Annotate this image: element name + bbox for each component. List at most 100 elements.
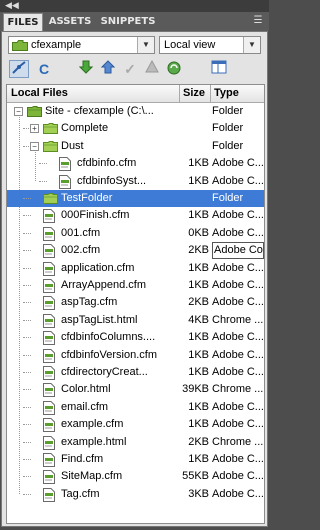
file-name: 002.cfm <box>61 244 101 257</box>
cfm-file-icon <box>43 435 55 450</box>
chevron-down-icon: ▼ <box>137 37 154 53</box>
tree-connector <box>23 354 31 356</box>
file-row[interactable]: 000Finish.cfm 1KB Adobe C... <box>7 207 264 224</box>
tab-snippets[interactable]: SNIPPETS <box>98 13 158 31</box>
cfm-file-icon <box>43 226 55 241</box>
tab-assets[interactable]: ASSETS <box>46 13 94 31</box>
cfm-file-icon <box>43 453 55 467</box>
expand-icon[interactable]: + <box>30 124 39 134</box>
tree-connector <box>23 267 31 269</box>
file-tree-list[interactable]: Local Files Size Type − Site - cfexample … <box>6 84 265 524</box>
file-row[interactable]: cfdbinfoVersion.cfm 1KB Adobe C... <box>7 347 264 364</box>
synchronize-icon[interactable] <box>164 60 184 78</box>
file-type: Adobe C... <box>212 279 264 291</box>
file-row[interactable]: Find.cfm 1KB Adobe C... <box>7 451 264 468</box>
cfm-file-icon <box>43 470 55 485</box>
get-files-icon[interactable] <box>76 60 96 78</box>
folder-row[interactable]: + Complete Folder <box>7 120 264 137</box>
file-size: 1KB <box>188 366 209 378</box>
check-in-icon[interactable] <box>142 59 162 78</box>
tree-connector <box>39 180 47 182</box>
file-row[interactable]: cfdirectoryCreat... 1KB Adobe C... <box>7 364 264 381</box>
tree-connector <box>23 372 31 373</box>
file-size: 1KB <box>188 157 209 170</box>
file-name: cfdirectoryCreat... <box>61 366 148 378</box>
tree-connector <box>23 389 31 391</box>
file-row[interactable]: 001.cfm 0KB Adobe C... <box>7 225 264 242</box>
folder-row[interactable]: TestFolder Folder <box>7 190 264 207</box>
cfm-file-icon <box>43 348 55 363</box>
tree-connector <box>23 232 31 234</box>
cfm-file-icon <box>43 244 55 259</box>
file-row[interactable]: cfdbinfo.cfm 1KB Adobe C... <box>7 155 264 172</box>
file-type: Folder <box>212 192 244 204</box>
column-header-type[interactable]: Type <box>214 85 239 102</box>
cfm-file-icon <box>43 383 55 398</box>
file-size: 1KB <box>188 209 209 222</box>
file-name: aspTag.cfm <box>61 296 118 309</box>
connect-icon[interactable] <box>9 60 29 78</box>
file-name: aspTagList.html <box>61 313 138 326</box>
file-type: Chrome ... <box>212 383 264 396</box>
site-select[interactable]: cfexample ▼ <box>8 36 155 54</box>
collapse-panel-icon[interactable]: ◀◀ <box>5 0 19 11</box>
cfm-file-icon <box>43 487 55 502</box>
column-header-local-files[interactable]: Local Files <box>11 85 68 102</box>
file-name: cfdbinfoVersion.cfm <box>61 348 157 361</box>
view-select-value: Local view <box>164 39 216 51</box>
tree-connector <box>23 406 31 408</box>
file-row[interactable]: ArrayAppend.cfm 1KB Adobe C... <box>7 277 264 294</box>
refresh-icon[interactable]: C <box>34 60 54 78</box>
file-size: 1KB <box>188 453 209 465</box>
file-row[interactable]: example.cfm 1KB Adobe C... <box>7 416 264 433</box>
file-row[interactable]: application.cfm 1KB Adobe C... <box>7 260 264 277</box>
file-row[interactable]: cfdbinfoColumns.... 1KB Adobe C... <box>7 329 264 346</box>
panel-menu-icon[interactable]: ☰ <box>251 15 265 27</box>
file-row[interactable]: Color.html 39KB Chrome ... <box>7 381 264 398</box>
file-type: Adobe C... <box>212 366 264 378</box>
file-row[interactable]: Tag.cfm 3KB Adobe C... <box>7 486 264 503</box>
tab-files[interactable]: FILES <box>3 13 43 32</box>
file-row[interactable]: 002.cfm 2KBAdobe Cold <box>7 242 264 260</box>
file-name: Dust <box>61 139 84 152</box>
cfm-file-icon <box>59 157 71 172</box>
cfm-file-icon <box>43 261 55 276</box>
tree-connector <box>23 493 31 495</box>
file-size: 1KB <box>188 261 209 274</box>
file-row[interactable]: cfdbinfoSyst... 1KB Adobe C... <box>7 173 264 190</box>
folder-icon <box>43 123 58 135</box>
tree-connector <box>23 250 31 252</box>
tree-connector <box>23 424 31 426</box>
file-list-header: Local Files Size Type <box>7 85 264 103</box>
file-type: Adobe C... <box>212 226 264 239</box>
file-row[interactable]: aspTagList.html 4KB Chrome ... <box>7 312 264 329</box>
file-row[interactable]: SiteMap.cfm 55KB Adobe C... <box>7 468 264 485</box>
check-out-icon[interactable]: ✓ <box>120 60 140 78</box>
collapse-icon[interactable]: − <box>14 107 23 116</box>
file-row[interactable]: aspTag.cfm 2KB Adobe C... <box>7 294 264 311</box>
file-row[interactable]: email.cfm 1KB Adobe C... <box>7 399 264 416</box>
cfm-file-icon <box>43 296 55 311</box>
tree-connector <box>23 476 31 478</box>
file-name: 000Finish.cfm <box>61 209 130 222</box>
column-header-size[interactable]: Size <box>183 85 205 102</box>
file-type: Chrome ... <box>212 435 264 448</box>
expand-view-icon[interactable] <box>209 60 229 78</box>
file-size: 1KB <box>188 400 209 413</box>
file-name: 001.cfm <box>61 226 101 239</box>
file-size: 1KB <box>188 279 209 291</box>
view-select[interactable]: Local view ▼ <box>159 36 261 54</box>
folder-icon <box>43 193 58 204</box>
file-row[interactable]: example.html 2KB Chrome ... <box>7 434 264 451</box>
folder-row[interactable]: − Dust Folder <box>7 138 264 155</box>
put-files-icon[interactable] <box>98 60 118 78</box>
file-type: Adobe C... <box>212 400 264 413</box>
folder-row[interactable]: − Site - cfexample (C:\... Folder <box>7 103 264 120</box>
file-name: Site - cfexample (C:\... <box>45 105 154 117</box>
collapse-icon[interactable]: − <box>30 141 39 151</box>
tree-connector <box>23 285 31 286</box>
file-name: ArrayAppend.cfm <box>61 279 146 291</box>
tree-connector <box>39 163 47 165</box>
tree-connector <box>23 198 31 199</box>
file-size: 1KB <box>188 418 209 431</box>
